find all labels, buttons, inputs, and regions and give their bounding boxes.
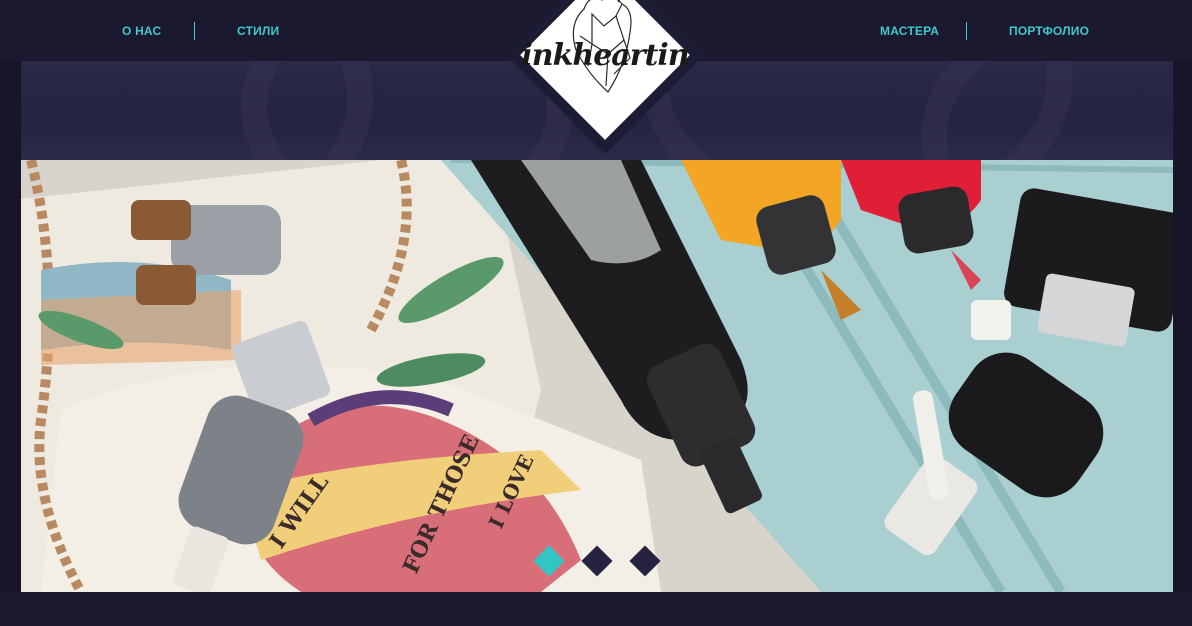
slider-pagination	[0, 545, 1192, 577]
nav-link-styles[interactable]: СТИЛИ	[237, 22, 279, 40]
nav-link-portfolio[interactable]: ПОРТФОЛИО	[1009, 22, 1089, 40]
site-logo[interactable]: inkheartin	[504, 0, 706, 156]
slider-dot-3[interactable]	[629, 545, 661, 577]
nav-left: О НАС СТИЛИ	[122, 22, 279, 40]
logo-wordmark: inkheartin	[521, 38, 689, 73]
bottom-decor-band	[0, 592, 1192, 626]
nav-divider	[194, 22, 195, 40]
hero-illustration: I WILL FOR THOSE I LOVE	[21, 160, 1173, 592]
nav-divider	[966, 22, 967, 40]
nav-right: МАСТЕРА ПОРТФОЛИО	[880, 22, 1089, 40]
hero-slide-image: I WILL FOR THOSE I LOVE	[21, 160, 1173, 592]
nav-link-about[interactable]: О НАС	[122, 22, 194, 40]
logo-diamond-icon	[506, 0, 704, 154]
nav-link-masters[interactable]: МАСТЕРА	[880, 22, 966, 40]
slider-dot-1[interactable]	[533, 545, 565, 577]
slider-dot-2[interactable]	[581, 545, 613, 577]
page: I WILL FOR THOSE I LOVE О НАС СТИЛИ МАСТ…	[0, 0, 1192, 626]
